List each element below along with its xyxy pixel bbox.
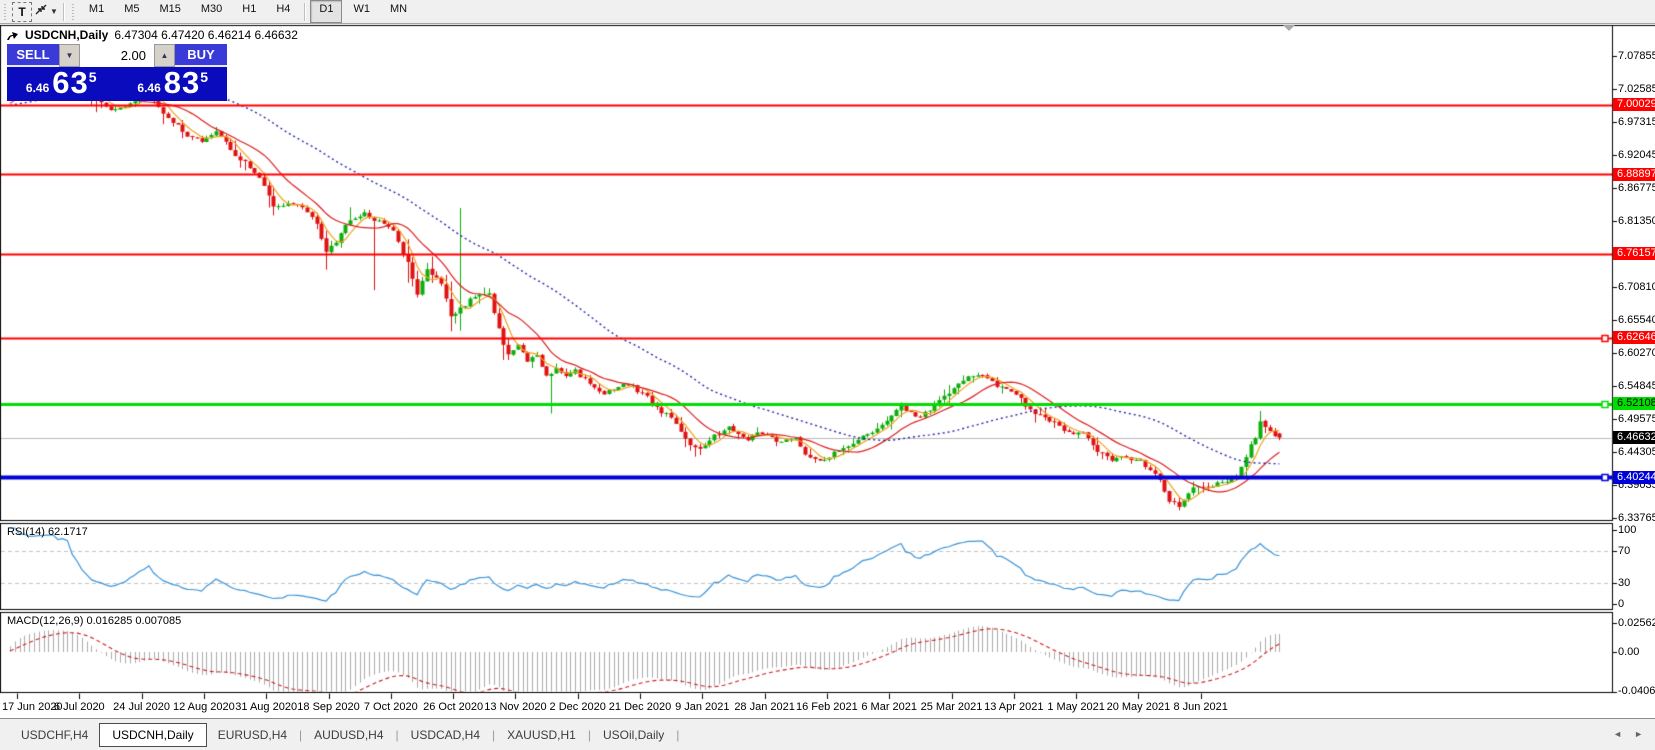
y-axis-label: 30: [1618, 576, 1631, 589]
date-axis-label: 2 Dec 2020: [549, 701, 606, 713]
date-axis-label: 20 May 2021: [1106, 701, 1171, 713]
y-axis-label: 6.97315: [1618, 115, 1655, 128]
y-axis-label: 0: [1618, 598, 1625, 610]
rsi-label: RSI(14) 62.1717: [7, 526, 88, 538]
y-axis-label: 100: [1618, 524, 1637, 536]
y-axis-label: 6.60270: [1618, 346, 1655, 359]
tab-scroll-right-icon[interactable]: ►: [1634, 729, 1643, 739]
y-axis-label: 7.02585: [1618, 83, 1655, 96]
macd-label: MACD(12,26,9) 0.016285 0.007085: [7, 615, 182, 627]
tab-separator: |: [587, 727, 591, 742]
trade-controls-row: SELL ▼ ▲ BUY: [7, 44, 227, 67]
chart-tab-USDCHF-H4[interactable]: USDCHF,H4: [10, 724, 99, 746]
trading-terminal: T ▼ M1M5M15M30H1H4D1W1MN USDCNH,Daily 6.…: [0, 0, 1655, 750]
date-axis-label: 1 May 2021: [1047, 701, 1105, 713]
sell-price-sup: 5: [88, 69, 97, 85]
volume-input[interactable]: [80, 44, 154, 67]
y-axis-label: 6.44305: [1618, 446, 1655, 459]
y-axis-label: 70: [1618, 545, 1631, 558]
chart-tab-XAUUSD-H1[interactable]: XAUUSD,H1: [496, 724, 587, 746]
price-line-label: 6.62646: [1613, 331, 1655, 345]
sell-price-big: 63: [52, 65, 89, 100]
y-axis-label: 0.00: [1618, 646, 1640, 658]
y-axis-label: -0.040687: [1618, 685, 1655, 697]
date-axis-label: 6 Mar 2021: [861, 701, 918, 713]
chart-tab-bar: USDCHF,H4 USDCNH,Daily EURUSD,H4 | AUDUSD,H4…: [0, 718, 1655, 750]
chart-tabs: USDCHF,H4 USDCNH,Daily EURUSD,H4 | AUDUSD,H4…: [10, 722, 680, 747]
buy-price[interactable]: 6.46 83 5: [119, 67, 228, 101]
date-axis-label: 26 Oct 2020: [423, 701, 484, 713]
y-axis-label: 6.92045: [1618, 148, 1655, 161]
tab-separator: |: [492, 727, 496, 742]
chart-tab-USOil-Daily[interactable]: USOil,Daily: [592, 724, 675, 746]
one-click-trade-panel: SELL ▼ ▲ BUY 6.46 63 5 6.46 83 5: [7, 44, 227, 101]
chart-arrow-icon: [6, 29, 19, 41]
current-price-label: 6.46632: [1613, 431, 1655, 445]
tab-separator: |: [299, 727, 303, 742]
sell-price-small: 6.46: [25, 81, 50, 95]
sell-price[interactable]: 6.46 63 5: [7, 67, 116, 101]
chart-header: USDCNH,Daily 6.47304 6.47420 6.46214 6.4…: [6, 28, 298, 42]
price-line-label: 7.00029: [1613, 98, 1655, 112]
y-axis-label: 6.33765: [1618, 511, 1655, 524]
date-axis-label: 7 Oct 2020: [363, 701, 418, 713]
window-splitter-icon[interactable]: [1283, 25, 1295, 31]
date-axis-label: 28 Jan 2021: [734, 701, 795, 713]
y-axis-label: 6.65540: [1618, 313, 1655, 326]
date-axis-label: 9 Jan 2021: [675, 701, 730, 713]
date-axis-label: 13 Apr 2021: [984, 701, 1044, 713]
date-axis-label: 8 Jun 2021: [1173, 701, 1228, 713]
y-axis-label: 0.025623: [1618, 617, 1655, 629]
date-axis-label: 21 Dec 2020: [608, 701, 672, 713]
y-axis-label: 6.86775: [1618, 181, 1655, 194]
date-axis-label: 13 Nov 2020: [484, 701, 547, 713]
tab-separator: |: [676, 727, 680, 742]
date-axis-label: 31 Aug 2020: [235, 701, 298, 713]
price-line-label: 6.88897: [1613, 167, 1655, 181]
tab-scroll-left-icon[interactable]: ◄: [1613, 729, 1622, 739]
date-axis-label: 24 Jul 2020: [113, 701, 171, 713]
price-line-label: 6.40244: [1613, 470, 1655, 484]
price-line-label: 6.52108: [1613, 397, 1655, 411]
trade-prices-row: 6.46 63 5 6.46 83 5: [7, 67, 227, 101]
buy-price-big: 83: [163, 65, 201, 100]
price-chart-canvas[interactable]: [0, 0, 1655, 750]
tab-scroll-arrows: ◄ ►: [1613, 729, 1643, 739]
y-axis-label: 6.81350: [1618, 215, 1655, 228]
chart-tab-USDCAD-H4[interactable]: USDCAD,H4: [400, 724, 491, 746]
sell-button[interactable]: SELL: [7, 44, 59, 67]
y-axis-label: 6.70810: [1618, 281, 1655, 293]
volume-increase-button[interactable]: ▲: [154, 44, 176, 67]
buy-button[interactable]: BUY: [175, 44, 227, 67]
date-axis-label: 16 Feb 2021: [796, 701, 858, 713]
y-axis-label: 7.07855: [1618, 50, 1655, 63]
date-axis-label: 12 Aug 2020: [172, 701, 235, 713]
chart-tab-USDCNH-Daily[interactable]: USDCNH,Daily: [99, 722, 207, 747]
tab-separator: |: [395, 727, 399, 742]
date-axis-label: 6 Jul 2020: [53, 701, 105, 713]
date-axis-label: 25 Mar 2021: [920, 701, 983, 713]
chart-tab-EURUSD-H4[interactable]: EURUSD,H4: [207, 724, 298, 746]
volume-decrease-button[interactable]: ▼: [58, 44, 80, 67]
price-line-label: 6.76157: [1613, 247, 1655, 261]
y-axis-label: 6.49575: [1618, 413, 1655, 426]
buy-price-small: 6.46: [137, 81, 161, 95]
buy-price-sup: 5: [200, 69, 209, 85]
chart-ohlc-values: 6.47304 6.47420 6.46214 6.46632: [114, 28, 298, 42]
y-axis-label: 6.54845: [1618, 380, 1655, 393]
chart-tab-AUDUSD-H4[interactable]: AUDUSD,H4: [303, 724, 394, 746]
date-axis-label: 18 Sep 2020: [297, 701, 360, 713]
chart-symbol-period: USDCNH,Daily: [25, 28, 109, 42]
